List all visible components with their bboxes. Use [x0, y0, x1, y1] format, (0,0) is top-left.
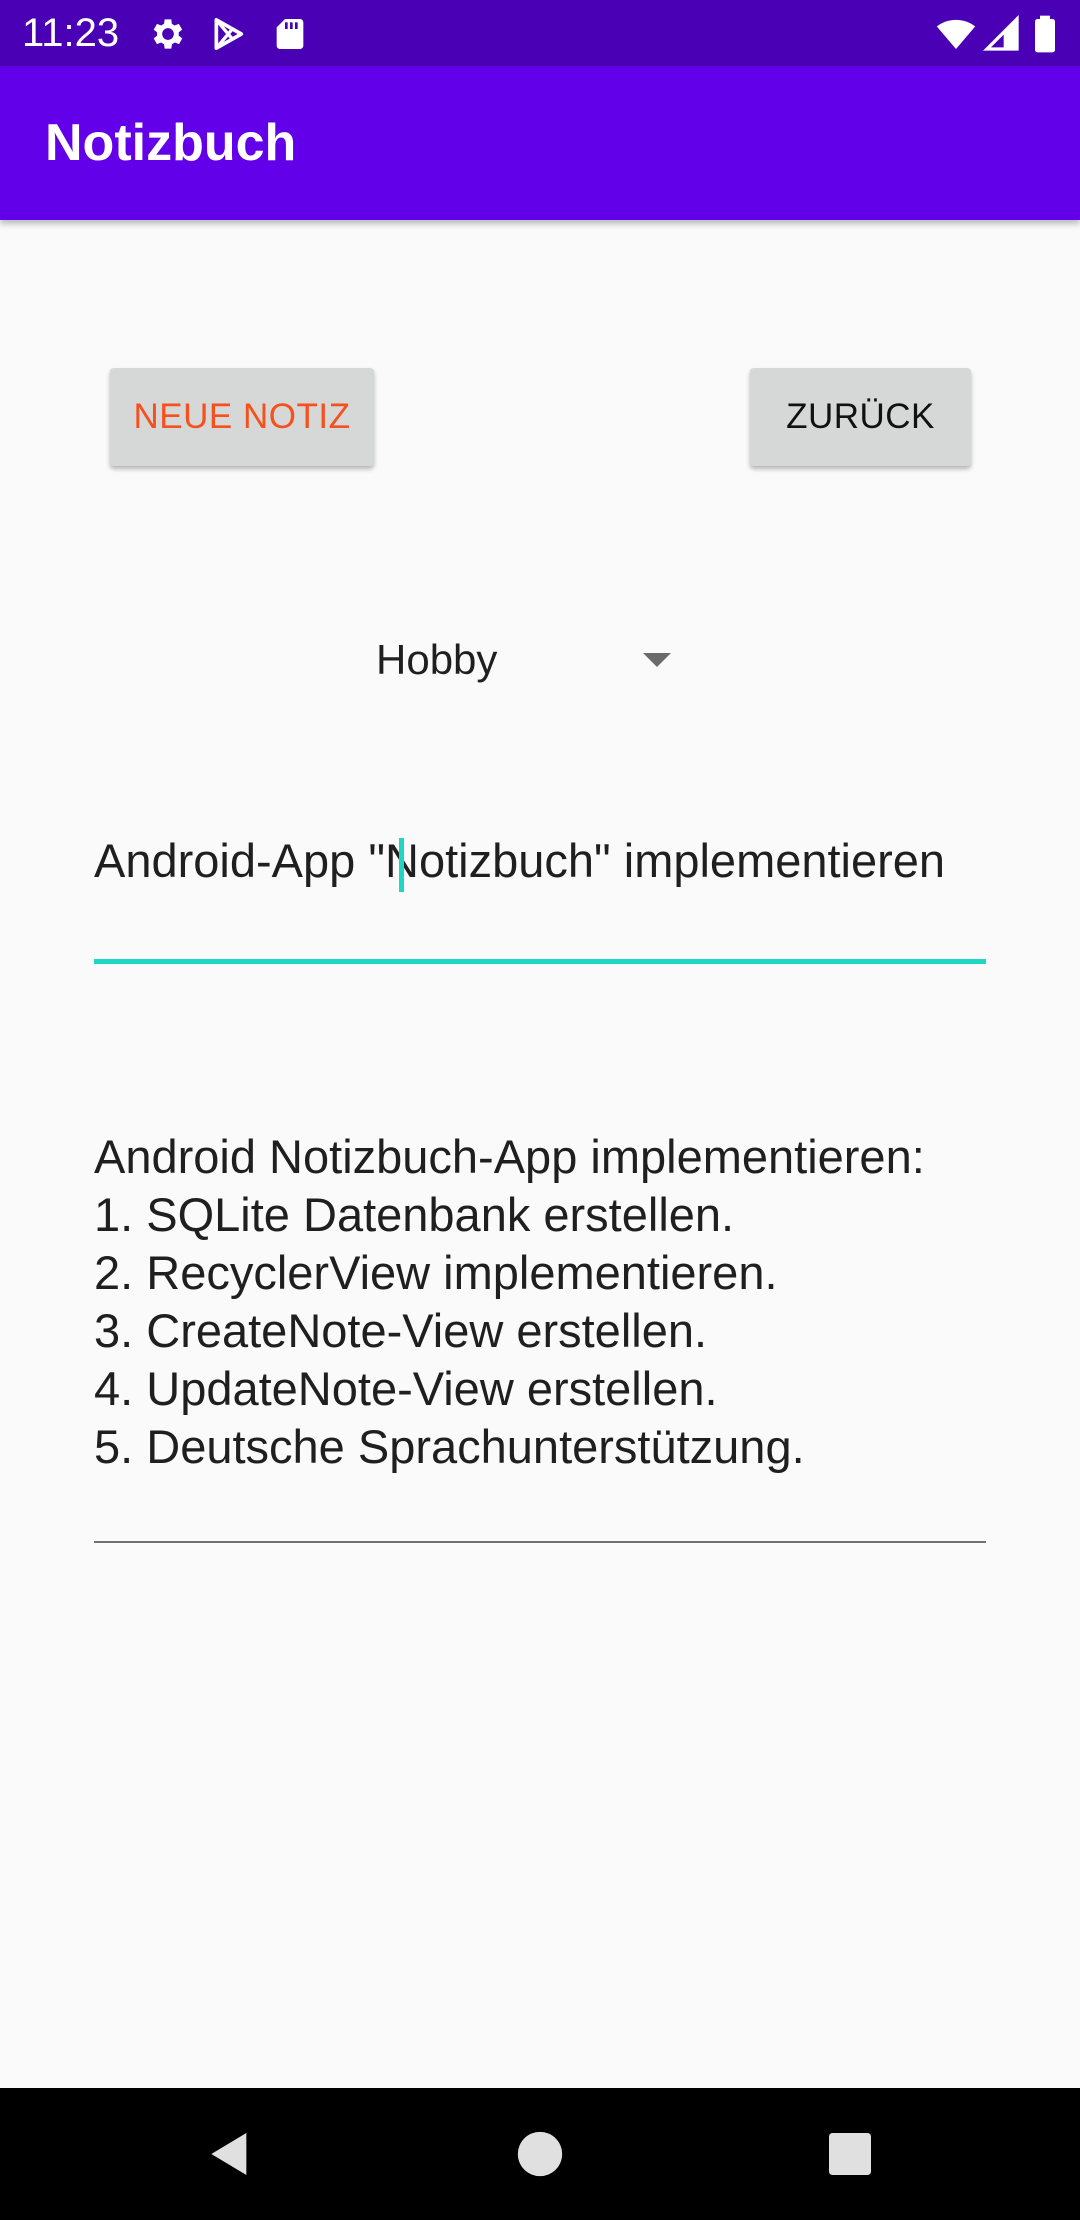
note-title-text: Android-App "Notizbuch" implementieren	[94, 834, 946, 887]
category-spinner[interactable]: Hobby	[360, 620, 700, 700]
dropdown-arrow-icon	[643, 653, 671, 667]
note-body-line: 5. Deutsche Sprachunterstützung.	[94, 1420, 805, 1473]
status-time: 11:23	[22, 11, 120, 55]
back-button[interactable]: ZURÜCK	[750, 368, 971, 466]
category-selected-value: Hobby	[376, 636, 498, 683]
new-note-button[interactable]: NEUE NOTIZ	[110, 368, 374, 466]
note-body-line: 3. CreateNote-View erstellen.	[94, 1304, 708, 1357]
gear-icon	[148, 14, 188, 54]
recents-icon[interactable]	[822, 2126, 878, 2182]
note-body-line: 2. RecyclerView implementieren.	[94, 1246, 778, 1299]
home-icon[interactable]	[512, 2126, 568, 2182]
navigation-bar	[0, 2088, 1080, 2220]
app-bar: Notizbuch	[0, 66, 1080, 220]
wifi-icon	[936, 14, 976, 54]
note-body-line: 4. UpdateNote-View erstellen.	[94, 1362, 718, 1415]
note-body-line: Android Notizbuch-App implementieren:	[94, 1130, 925, 1183]
note-body-underline	[94, 1541, 986, 1543]
battery-icon	[1030, 14, 1060, 54]
note-body-input[interactable]: Android Notizbuch-App implementieren: 1.…	[94, 1128, 986, 1548]
note-body-line: 1. SQLite Datenbank erstellen.	[94, 1188, 735, 1241]
note-title-underline	[94, 959, 986, 964]
note-title-input[interactable]: Android-App "Notizbuch" implementieren	[94, 832, 986, 966]
text-cursor	[399, 838, 404, 892]
play-store-icon	[208, 14, 248, 54]
signal-icon	[982, 14, 1022, 54]
app-title: Notizbuch	[45, 114, 297, 172]
back-icon[interactable]	[202, 2126, 258, 2182]
sd-card-icon	[270, 14, 310, 54]
status-bar: 11:23	[0, 0, 1080, 66]
note-edit-screen: 11:23 Notizbuch NEUE NOTIZ ZURÜCK Hobby …	[0, 0, 1080, 2220]
